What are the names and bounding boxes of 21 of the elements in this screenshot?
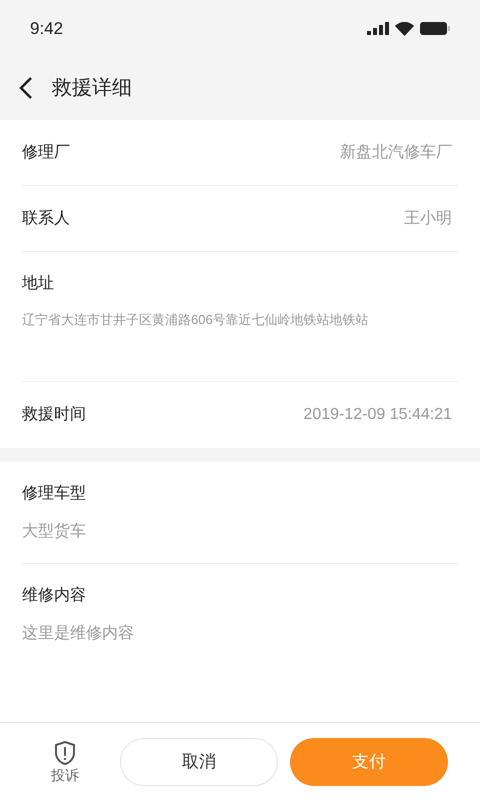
signal-icon [367,22,389,35]
field-label: 修理厂 [22,142,70,162]
field-label: 维修内容 [22,586,87,606]
field-label: 联系人 [22,208,70,228]
battery-icon [420,22,450,35]
cancel-button[interactable]: 取消 [120,738,278,786]
field-label: 修理车型 [22,484,87,504]
field-value: 大型货车 [22,522,87,542]
field-value: 辽宁省大连市甘井子区黄浦路606号靠近七仙岭地铁站地铁站 [22,311,370,329]
field-value: 这里是维修内容 [22,624,135,644]
back-button[interactable] [18,76,34,100]
field-value: 王小明 [404,208,453,228]
status-time: 9:42 [30,18,64,40]
page-title: 救援详细 [52,76,132,100]
complain-button[interactable]: 投诉 [22,740,108,784]
shield-alert-icon [53,740,77,766]
field-label: 地址 [22,274,55,294]
field-value: 新盘北汽修车厂 [340,142,453,162]
field-label: 救援时间 [22,404,86,425]
field-value: 2019-12-09 15:44:21 [303,405,453,425]
wifi-icon [395,22,414,36]
